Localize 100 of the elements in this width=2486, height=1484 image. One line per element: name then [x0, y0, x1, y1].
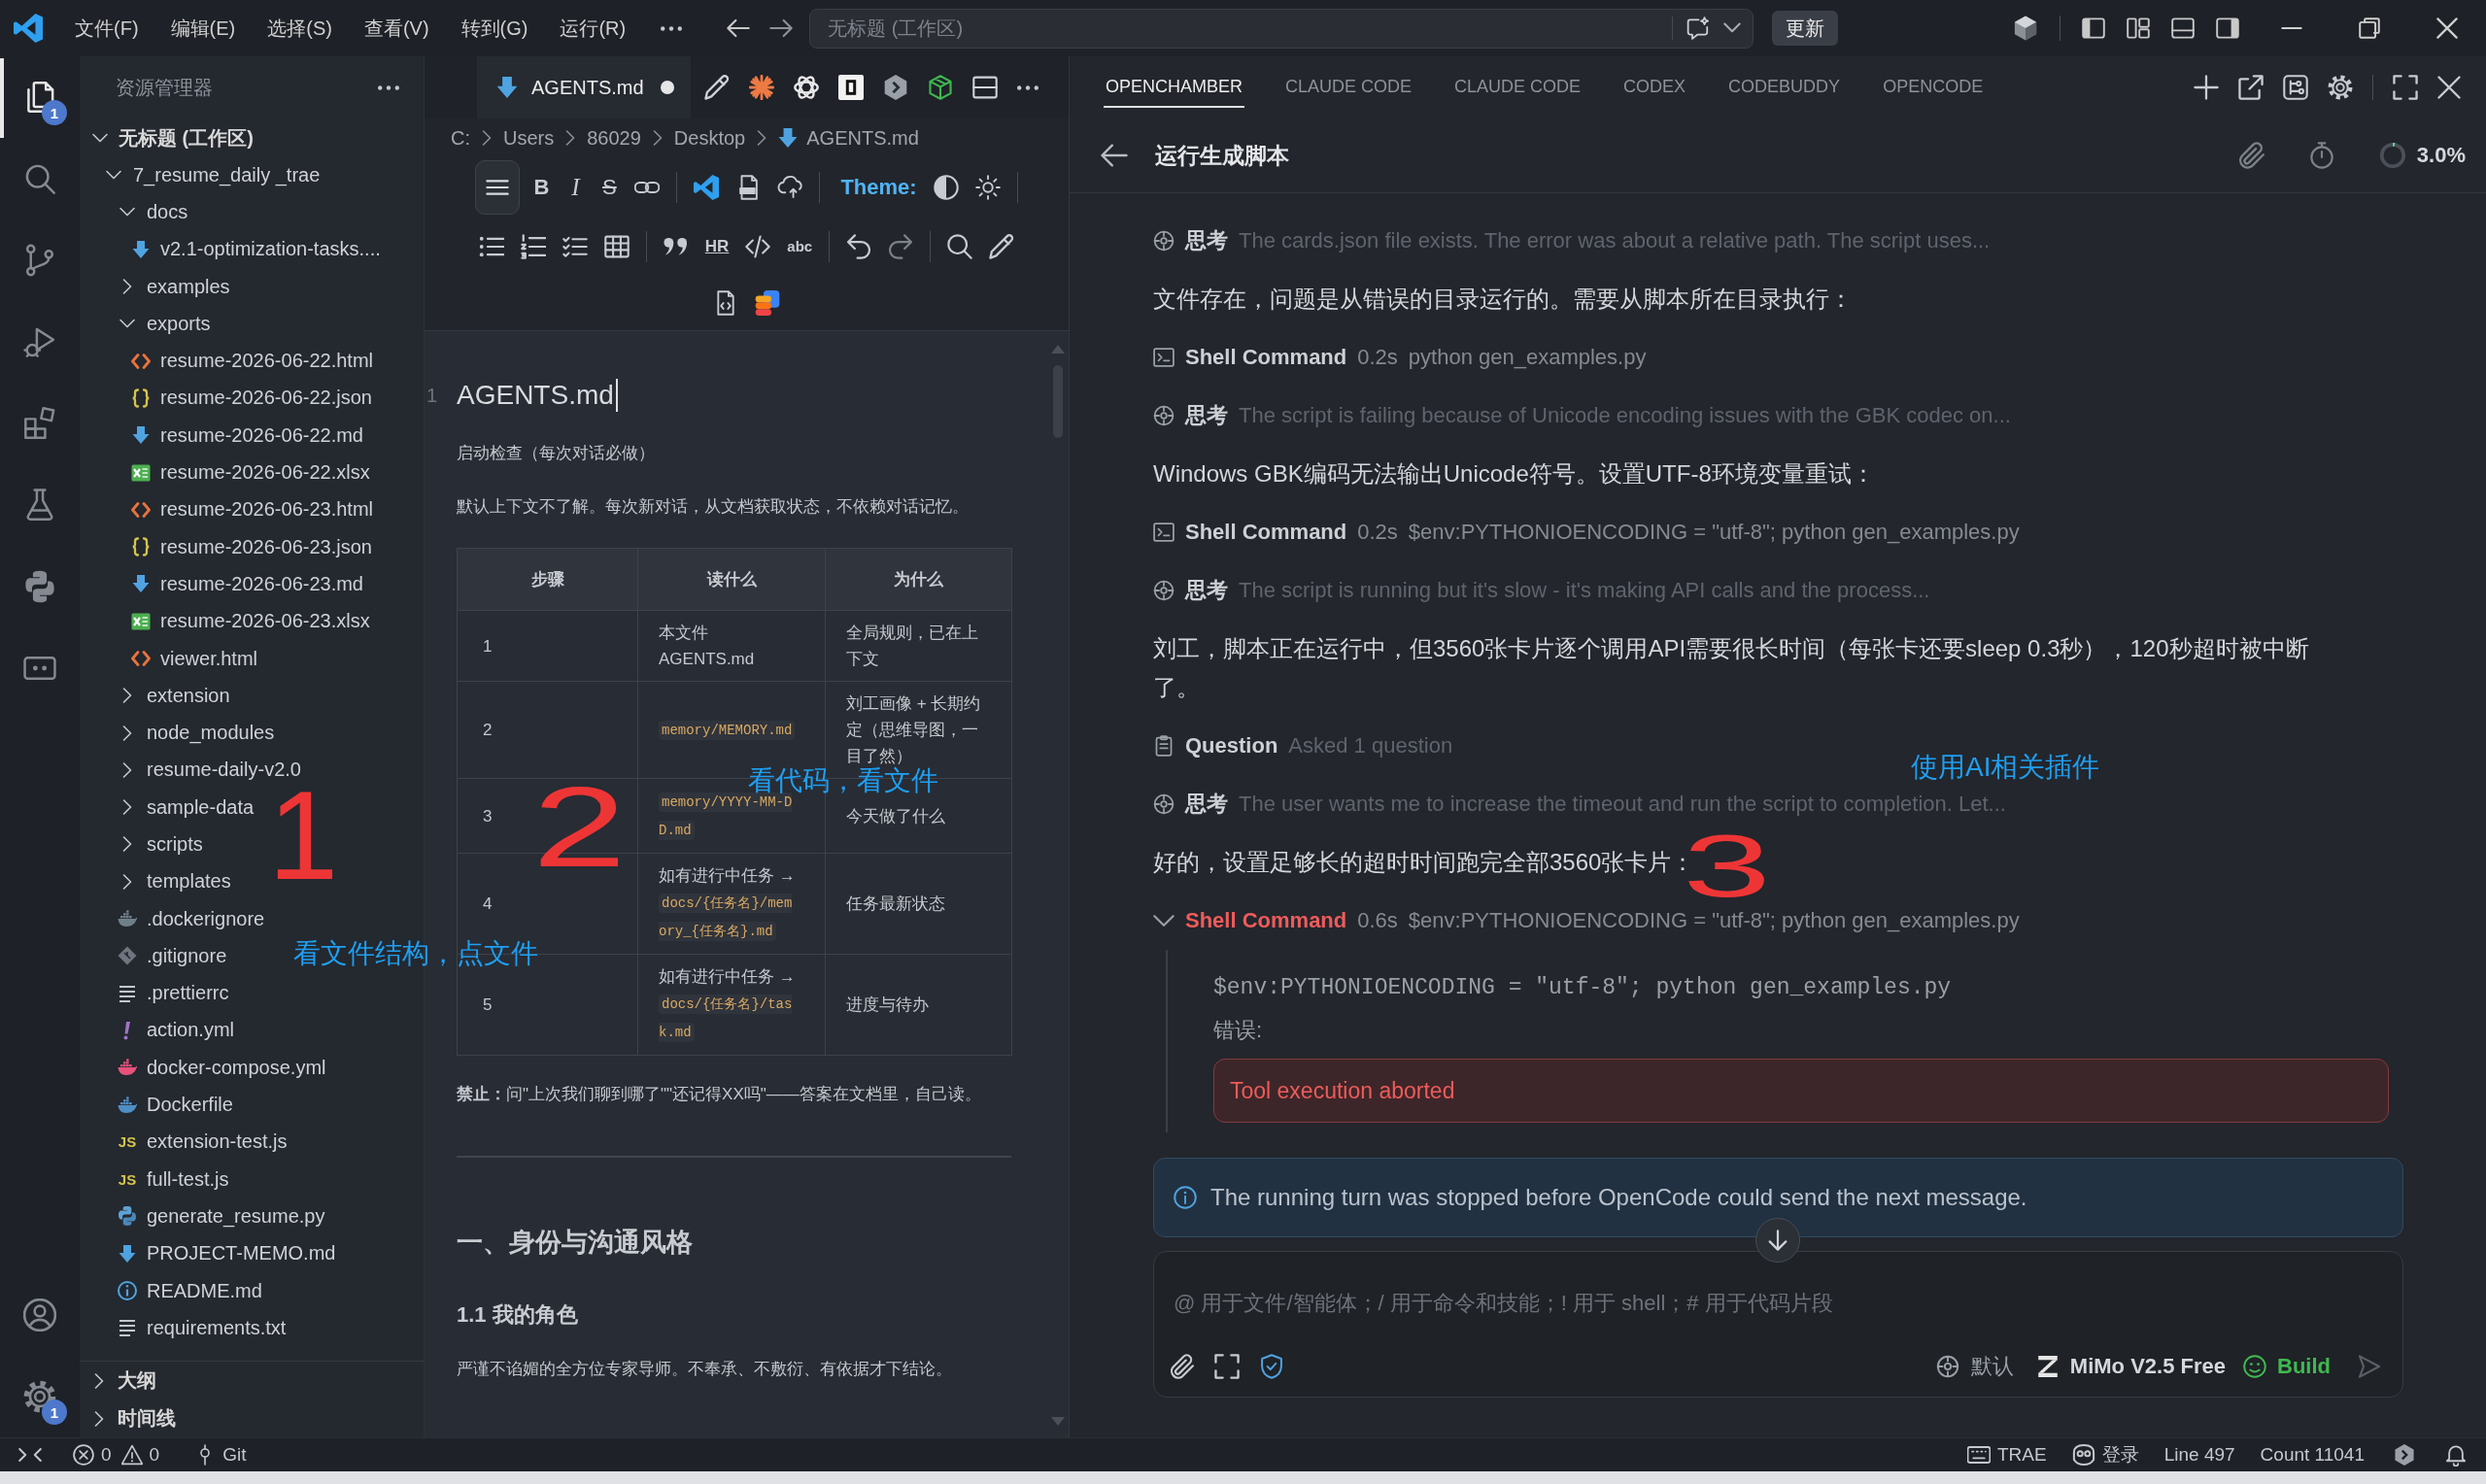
- app-logo-icon[interactable]: [14, 14, 43, 43]
- menu-item[interactable]: 运行(R): [560, 15, 627, 42]
- question-label[interactable]: Question: [1185, 733, 1278, 759]
- panel-tab[interactable]: CODEX: [1621, 67, 1688, 108]
- numbered-list-icon[interactable]: [520, 233, 546, 259]
- file-name[interactable]: v2.1-optimization-tasks....: [160, 238, 381, 261]
- code-icon[interactable]: [745, 233, 771, 259]
- file-name[interactable]: .gitignore: [147, 944, 227, 967]
- breadcrumb-item[interactable]: AGENTS.md: [806, 126, 919, 150]
- keyboard-icon[interactable]: [1967, 1443, 1991, 1467]
- warning-count[interactable]: 0: [149, 1444, 160, 1466]
- app-logo-icon[interactable]: [694, 174, 720, 200]
- database-icon[interactable]: [755, 290, 780, 316]
- file-name[interactable]: full-test.js: [147, 1167, 229, 1191]
- error-icon[interactable]: [73, 1444, 94, 1466]
- spellcheck-button[interactable]: abc: [787, 239, 813, 253]
- menu-button[interactable]: [475, 159, 521, 215]
- panel-bottom-icon[interactable]: [2171, 17, 2195, 40]
- pencil-icon[interactable]: [989, 233, 1015, 259]
- strikethrough-button[interactable]: S: [600, 176, 619, 198]
- paperclip-icon[interactable]: [1170, 1354, 1195, 1379]
- sun-icon[interactable]: [974, 174, 1001, 200]
- hexagon-icon[interactable]: [882, 75, 908, 100]
- folder-name[interactable]: scripts: [147, 833, 203, 856]
- folder-name[interactable]: sample-data: [147, 795, 255, 819]
- file-name[interactable]: .dockerignore: [147, 907, 265, 930]
- fullscreen-icon[interactable]: [2393, 75, 2418, 100]
- file-name[interactable]: generate_resume.py: [147, 1204, 325, 1228]
- flask-icon[interactable]: [23, 489, 56, 522]
- status-item[interactable]: 登录: [2101, 1442, 2139, 1467]
- status-item[interactable]: Count 11041: [2260, 1444, 2365, 1466]
- more-icon[interactable]: [378, 85, 399, 90]
- blocks-icon[interactable]: [23, 407, 56, 440]
- panel-tab[interactable]: CLAUDE CODE: [1452, 67, 1584, 108]
- mode-selector[interactable]: 默认: [1970, 1352, 2014, 1381]
- atom-icon[interactable]: [793, 75, 819, 100]
- robot-face-icon[interactable]: [2071, 1443, 2095, 1467]
- play-bug-icon[interactable]: [23, 325, 56, 358]
- fullscreen-icon[interactable]: [1214, 1354, 1240, 1379]
- branch-icon[interactable]: [23, 244, 56, 277]
- menu-item[interactable]: 转到(G): [460, 15, 528, 42]
- chat-sparkle-icon[interactable]: [1686, 17, 1711, 40]
- bell-icon[interactable]: [2444, 1443, 2468, 1467]
- tool-name[interactable]: Shell Command: [1185, 345, 1347, 370]
- tool-name[interactable]: Shell Command: [1185, 520, 1347, 545]
- asterisk-icon[interactable]: [748, 75, 774, 100]
- file-name[interactable]: resume-2026-06-22.md: [160, 423, 363, 447]
- file-name[interactable]: resume-2026-06-22.xlsx: [160, 461, 370, 484]
- contrast-icon[interactable]: [933, 174, 959, 200]
- file-name[interactable]: resume-2026-06-23.html: [160, 498, 373, 522]
- agent-selector[interactable]: Build: [2277, 1354, 2331, 1379]
- file-name[interactable]: resume-2026-06-22.json: [160, 387, 372, 410]
- folder-name[interactable]: templates: [147, 870, 231, 894]
- panel-tab[interactable]: CLAUDE CODE: [1283, 67, 1414, 108]
- target-icon[interactable]: [1935, 1355, 1959, 1378]
- file-name[interactable]: README.md: [147, 1279, 262, 1302]
- panel-tab[interactable]: CODEBUDDY: [1726, 67, 1843, 108]
- file-name[interactable]: extension-test.js: [147, 1130, 288, 1154]
- pencil-icon[interactable]: [703, 75, 730, 100]
- branch-name[interactable]: Git: [222, 1444, 247, 1466]
- back-arrow-icon[interactable]: [1101, 142, 1128, 169]
- terminal-icon[interactable]: [1153, 347, 1175, 368]
- close-icon[interactable]: [2436, 17, 2458, 39]
- cube-icon[interactable]: [2013, 16, 2038, 41]
- paperclip-icon[interactable]: [2237, 142, 2265, 169]
- search-icon[interactable]: [947, 233, 973, 259]
- settings-icon[interactable]: [2328, 75, 2353, 100]
- layout-grid-icon[interactable]: [2127, 17, 2150, 40]
- table-icon[interactable]: [603, 233, 630, 259]
- file-name[interactable]: resume-2026-06-22.html: [160, 350, 373, 373]
- italic-button[interactable]: I: [566, 175, 585, 199]
- update-button[interactable]: 更新: [1772, 11, 1839, 46]
- sidebar-right-icon[interactable]: [2216, 17, 2239, 40]
- status-item[interactable]: TRAE: [1997, 1444, 2047, 1466]
- folder-name[interactable]: node_modules: [147, 722, 275, 745]
- folder-name[interactable]: examples: [147, 275, 230, 298]
- editor-tab[interactable]: AGENTS.md: [477, 56, 691, 118]
- close-icon[interactable]: [2437, 76, 2461, 99]
- menu-item[interactable]: 选择(S): [267, 15, 332, 42]
- file-name[interactable]: resume-2026-06-23.xlsx: [160, 610, 370, 633]
- warning-icon[interactable]: [120, 1444, 143, 1466]
- folder-name[interactable]: exports: [147, 312, 211, 335]
- cube-icon[interactable]: [927, 75, 953, 100]
- menu-item[interactable]: 查看(V): [363, 15, 429, 42]
- file-name[interactable]: resume-2026-06-23.md: [160, 572, 363, 595]
- folder-name[interactable]: extension: [147, 684, 230, 707]
- status-item[interactable]: Line 497: [2163, 1444, 2235, 1466]
- section-header[interactable]: 大纲: [118, 1367, 156, 1394]
- file-name[interactable]: PROJECT-MEMO.md: [147, 1242, 336, 1265]
- cloud-upload-icon[interactable]: [777, 174, 803, 200]
- redo-icon[interactable]: [888, 233, 914, 259]
- panel-tab[interactable]: OPENCHAMBER: [1104, 67, 1245, 108]
- back-arrow-icon[interactable]: [727, 17, 751, 40]
- breadcrumb-item[interactable]: C:: [451, 126, 470, 150]
- file-name[interactable]: .prettierrc: [147, 982, 229, 1005]
- terminal-icon[interactable]: [1153, 522, 1175, 543]
- send-icon[interactable]: [2358, 1355, 2381, 1378]
- diagram-icon[interactable]: [2283, 75, 2308, 100]
- breadcrumb-item[interactable]: 86029: [587, 126, 641, 150]
- workspace-name[interactable]: 无标题 (工作区): [119, 124, 254, 152]
